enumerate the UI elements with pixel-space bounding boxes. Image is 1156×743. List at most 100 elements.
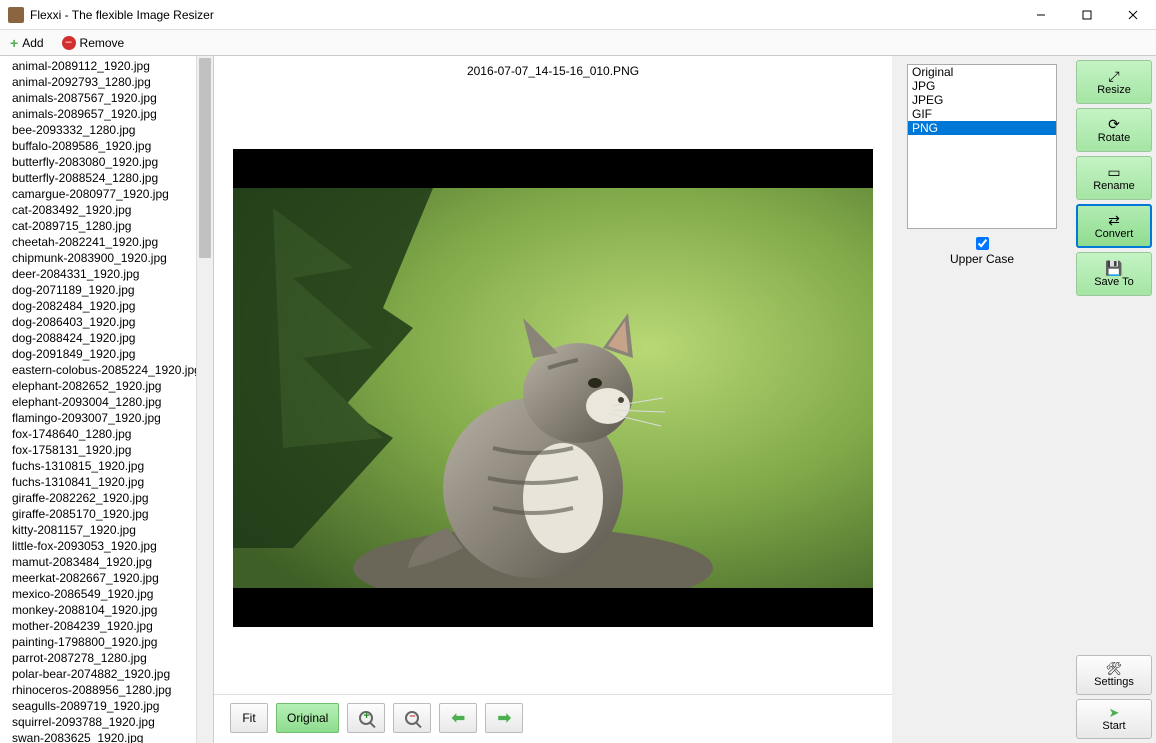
file-item[interactable]: butterfly-2088524_1280.jpg — [12, 170, 196, 186]
file-item[interactable]: bee-2093332_1280.jpg — [12, 122, 196, 138]
file-item[interactable]: deer-2084331_1920.jpg — [12, 266, 196, 282]
file-item[interactable]: fox-1748640_1280.jpg — [12, 426, 196, 442]
file-item[interactable]: animals-2089657_1920.jpg — [12, 106, 196, 122]
upper-case-label: Upper Case — [950, 252, 1014, 266]
rename-button[interactable]: ▭ Rename — [1076, 156, 1152, 200]
file-item[interactable]: little-fox-2093053_1920.jpg — [12, 538, 196, 554]
file-item[interactable]: swan-2083625_1920.jpg — [12, 730, 196, 743]
file-item[interactable]: squirrel-2093788_1920.jpg — [12, 714, 196, 730]
format-item[interactable]: JPEG — [908, 93, 1056, 107]
file-panel: animal-2089112_1920.jpganimal-2092793_12… — [0, 56, 214, 743]
preview-image-wrap — [214, 82, 892, 694]
kitten-photo — [233, 188, 873, 588]
file-item[interactable]: dog-2082484_1920.jpg — [12, 298, 196, 314]
file-item[interactable]: kitty-2081157_1920.jpg — [12, 522, 196, 538]
file-item[interactable]: mamut-2083484_1920.jpg — [12, 554, 196, 570]
file-item[interactable]: fox-1758131_1920.jpg — [12, 442, 196, 458]
format-item[interactable]: PNG — [908, 121, 1056, 135]
arrow-right-icon: ➡ — [498, 708, 511, 728]
file-item[interactable]: animal-2089112_1920.jpg — [12, 58, 196, 74]
file-item[interactable]: animal-2092793_1280.jpg — [12, 74, 196, 90]
file-item[interactable]: painting-1798800_1920.jpg — [12, 634, 196, 650]
settings-icon: 🛠 — [1106, 662, 1123, 675]
arrow-left-icon: ⬅ — [452, 708, 465, 728]
preview-panel: 2016-07-07_14-15-16_010.PNG — [214, 56, 892, 743]
resize-button[interactable]: ⤢ Resize — [1076, 60, 1152, 104]
file-item[interactable]: meerkat-2082667_1920.jpg — [12, 570, 196, 586]
preview-filename: 2016-07-07_14-15-16_010.PNG — [214, 56, 892, 82]
file-list[interactable]: animal-2089112_1920.jpganimal-2092793_12… — [0, 56, 196, 743]
file-item[interactable]: giraffe-2085170_1920.jpg — [12, 506, 196, 522]
start-button[interactable]: ➤ Start — [1076, 699, 1152, 739]
maximize-button[interactable] — [1064, 0, 1110, 30]
close-button[interactable] — [1110, 0, 1156, 30]
file-item[interactable]: mother-2084239_1920.jpg — [12, 618, 196, 634]
window-titlebar: Flexxi - The flexible Image Resizer — [0, 0, 1156, 30]
file-item[interactable]: dog-2088424_1920.jpg — [12, 330, 196, 346]
save-icon: 💾 — [1105, 261, 1122, 275]
file-item[interactable]: fuchs-1310841_1920.jpg — [12, 474, 196, 490]
minus-icon: – — [62, 36, 76, 50]
file-item[interactable]: giraffe-2082262_1920.jpg — [12, 490, 196, 506]
format-list[interactable]: OriginalJPGJPEGGIFPNG — [907, 64, 1057, 229]
file-item[interactable]: cheetah-2082241_1920.jpg — [12, 234, 196, 250]
file-item[interactable]: buffalo-2089586_1920.jpg — [12, 138, 196, 154]
file-item[interactable]: animals-2087567_1920.jpg — [12, 90, 196, 106]
file-item[interactable]: dog-2091849_1920.jpg — [12, 346, 196, 362]
minimize-icon — [1036, 10, 1046, 20]
add-button[interactable]: + Add — [6, 33, 48, 53]
convert-button[interactable]: ⇄ Convert — [1076, 204, 1152, 248]
zoom-in-button[interactable] — [347, 703, 385, 733]
file-item[interactable]: polar-bear-2074882_1920.jpg — [12, 666, 196, 682]
start-icon: ➤ — [1109, 706, 1120, 719]
file-item[interactable]: monkey-2088104_1920.jpg — [12, 602, 196, 618]
action-sidebar: ⤢ Resize ⟳ Rotate ▭ Rename ⇄ Convert 💾 S… — [1072, 56, 1156, 743]
window-title: Flexxi - The flexible Image Resizer — [30, 8, 1018, 22]
file-item[interactable]: camargue-2080977_1920.jpg — [12, 186, 196, 202]
zoom-out-icon — [405, 711, 419, 725]
rename-icon: ▭ — [1107, 165, 1120, 179]
save-to-button[interactable]: 💾 Save To — [1076, 252, 1152, 296]
file-item[interactable]: elephant-2093004_1280.jpg — [12, 394, 196, 410]
format-item[interactable]: Original — [908, 65, 1056, 79]
upper-case-option: Upper Case — [950, 237, 1014, 266]
file-item[interactable]: dog-2071189_1920.jpg — [12, 282, 196, 298]
file-item[interactable]: rhinoceros-2088956_1280.jpg — [12, 682, 196, 698]
file-item[interactable]: elephant-2082652_1920.jpg — [12, 378, 196, 394]
file-item[interactable]: flamingo-2093007_1920.jpg — [12, 410, 196, 426]
file-item[interactable]: eastern-colobus-2085224_1920.jpg — [12, 362, 196, 378]
file-item[interactable]: butterfly-2083080_1920.jpg — [12, 154, 196, 170]
main-toolbar: + Add – Remove — [0, 30, 1156, 56]
remove-label: Remove — [80, 36, 125, 50]
maximize-icon — [1082, 10, 1092, 20]
remove-button[interactable]: – Remove — [58, 34, 129, 52]
convert-icon: ⇄ — [1108, 213, 1120, 227]
scrollbar-thumb[interactable] — [199, 58, 211, 258]
rotate-button[interactable]: ⟳ Rotate — [1076, 108, 1152, 152]
preview-toolbar: Fit Original ⬅ ➡ — [214, 694, 892, 743]
zoom-out-button[interactable] — [393, 703, 431, 733]
main-area: animal-2089112_1920.jpganimal-2092793_12… — [0, 56, 1156, 743]
file-item[interactable]: chipmunk-2083900_1920.jpg — [12, 250, 196, 266]
plus-icon: + — [10, 35, 18, 51]
file-item[interactable]: cat-2083492_1920.jpg — [12, 202, 196, 218]
file-item[interactable]: seagulls-2089719_1920.jpg — [12, 698, 196, 714]
next-image-button[interactable]: ➡ — [485, 703, 523, 733]
app-icon — [8, 7, 24, 23]
file-item[interactable]: fuchs-1310815_1920.jpg — [12, 458, 196, 474]
format-item[interactable]: GIF — [908, 107, 1056, 121]
preview-image[interactable] — [233, 149, 873, 627]
file-item[interactable]: parrot-2087278_1280.jpg — [12, 650, 196, 666]
prev-image-button[interactable]: ⬅ — [439, 703, 477, 733]
format-item[interactable]: JPG — [908, 79, 1056, 93]
upper-case-checkbox[interactable] — [976, 237, 989, 250]
options-panel: OriginalJPGJPEGGIFPNG Upper Case — [892, 56, 1072, 743]
file-item[interactable]: dog-2086403_1920.jpg — [12, 314, 196, 330]
fit-button[interactable]: Fit — [230, 703, 268, 733]
file-scrollbar[interactable] — [196, 56, 213, 743]
file-item[interactable]: mexico-2086549_1920.jpg — [12, 586, 196, 602]
settings-button[interactable]: 🛠 Settings — [1076, 655, 1152, 695]
minimize-button[interactable] — [1018, 0, 1064, 30]
original-button[interactable]: Original — [276, 703, 339, 733]
file-item[interactable]: cat-2089715_1280.jpg — [12, 218, 196, 234]
